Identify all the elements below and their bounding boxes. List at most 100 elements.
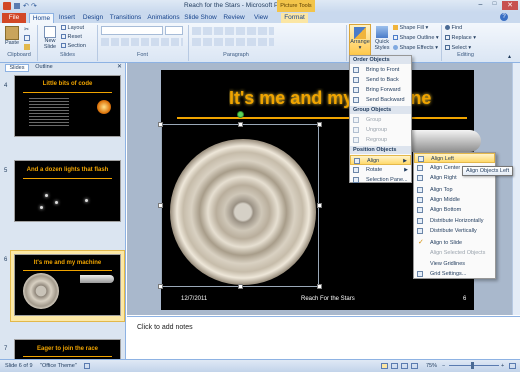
slide-thumbnail[interactable]: Eager to join the race	[14, 339, 121, 359]
tab-slides[interactable]: Slides	[5, 64, 29, 72]
normal-view-icon[interactable]	[381, 363, 388, 369]
view-gridlines-item[interactable]: View Gridlines	[414, 259, 495, 269]
new-slide-icon	[44, 26, 56, 38]
collapse-ribbon-icon[interactable]: ▴	[508, 53, 511, 60]
send-backward-item[interactable]: Send Backward	[350, 95, 411, 105]
close-button[interactable]: ✕	[502, 1, 518, 10]
save-icon[interactable]	[14, 3, 20, 9]
planet-picture[interactable]	[170, 139, 316, 285]
tab-animations[interactable]: Animations	[147, 13, 180, 23]
align-right-icon	[417, 175, 423, 181]
thumb-number: 5	[4, 168, 8, 174]
paragraph-buttons[interactable]	[192, 27, 274, 35]
tab-design[interactable]: Design	[81, 13, 105, 23]
minimize-button[interactable]: –	[474, 1, 487, 10]
resize-handle[interactable]	[158, 122, 163, 127]
zoom-out-icon[interactable]: −	[442, 360, 445, 372]
zoom-slider-thumb[interactable]	[471, 362, 474, 369]
rotate-item[interactable]: Rotate ▶	[350, 165, 411, 175]
arrange-icon	[354, 27, 366, 39]
cut-icon[interactable]: ✂	[24, 26, 29, 33]
quick-styles-button[interactable]: Quick Styles	[373, 26, 391, 51]
notes-pane[interactable]: Click to add notes	[127, 316, 520, 359]
grid-settings-item[interactable]: Grid Settings...	[414, 269, 495, 279]
undo-icon[interactable]: ↶	[23, 2, 29, 10]
tab-outline[interactable]: Outline	[32, 64, 56, 72]
distribute-vertically-item[interactable]: Distribute Vertically	[414, 226, 495, 236]
notes-placeholder[interactable]: Click to add notes	[137, 324, 193, 331]
select-button[interactable]: Select ▾	[445, 45, 471, 51]
shape-outline-button[interactable]: Shape Outline ▾	[393, 35, 439, 41]
tab-format[interactable]: Format	[281, 13, 308, 23]
reset-button[interactable]: Reset	[61, 34, 82, 40]
redo-icon[interactable]: ↷	[31, 2, 37, 10]
zoom-slider[interactable]	[449, 365, 499, 366]
find-button[interactable]: Find	[445, 25, 462, 31]
paste-button[interactable]: Paste	[3, 26, 21, 46]
replace-button[interactable]: Replace ▾	[445, 35, 476, 41]
slide-sorter-icon[interactable]	[391, 363, 398, 369]
spellcheck-icon[interactable]	[84, 363, 90, 369]
align-bottom-icon	[417, 207, 423, 213]
resize-handle[interactable]	[158, 284, 163, 289]
close-panel-icon[interactable]: ✕	[117, 63, 122, 70]
theme-name: "Office Theme"	[40, 363, 77, 369]
resize-handle[interactable]	[158, 203, 163, 208]
zoom-level[interactable]: 75%	[426, 360, 437, 372]
reading-view-icon[interactable]	[401, 363, 408, 369]
font-name-box[interactable]	[101, 26, 163, 35]
slide-thumbnail-selected[interactable]: It's me and my machine	[14, 254, 121, 316]
tab-view[interactable]: View	[251, 13, 271, 23]
align-item[interactable]: Align ▶	[350, 155, 411, 165]
slide-thumbnail[interactable]: Little bits of code	[14, 75, 121, 137]
tab-insert[interactable]: Insert	[56, 13, 78, 23]
tab-review[interactable]: Review	[222, 13, 246, 23]
slideshow-icon[interactable]	[411, 363, 418, 369]
resize-handle[interactable]	[238, 122, 243, 127]
align-to-slide-item[interactable]: ✓ Align to Slide	[414, 238, 495, 248]
resize-handle[interactable]	[238, 284, 243, 289]
align-top-item[interactable]: Align Top	[414, 185, 495, 195]
distribute-horizontally-item[interactable]: Distribute Horizontally	[414, 216, 495, 226]
shape-fill-button[interactable]: Shape Fill ▾	[393, 25, 428, 31]
align-bottom-item[interactable]: Align Bottom	[414, 205, 495, 215]
resize-handle[interactable]	[317, 122, 322, 127]
align-middle-icon	[417, 197, 423, 203]
tab-transitions[interactable]: Transitions	[109, 13, 142, 23]
quick-styles-icon	[376, 26, 388, 38]
new-slide-button[interactable]: New Slide	[41, 26, 59, 50]
bring-to-front-item[interactable]: Bring to Front	[350, 65, 411, 75]
tooltip: Align Objects Left	[462, 166, 514, 176]
format-painter-icon[interactable]	[24, 44, 30, 50]
tab-home[interactable]: Home	[29, 13, 54, 23]
tab-file[interactable]: File	[2, 13, 26, 23]
layout-button[interactable]: Layout	[61, 25, 84, 31]
align-center-icon	[417, 165, 423, 171]
shuttle-image[interactable]	[411, 130, 481, 152]
selection-pane-item[interactable]: Selection Pane...	[350, 175, 411, 185]
font-format-buttons[interactable]	[101, 38, 183, 46]
resize-handle[interactable]	[317, 284, 322, 289]
alignment-buttons[interactable]	[192, 38, 274, 46]
tab-slide-show[interactable]: Slide Show	[184, 13, 217, 23]
rotate-handle[interactable]	[237, 111, 244, 118]
menu-header: Group Objects	[350, 106, 411, 114]
align-left-item[interactable]: Align Left	[414, 153, 495, 163]
section-button[interactable]: Section	[61, 43, 86, 49]
arrange-button[interactable]: Arrange ▾	[349, 24, 371, 56]
zoom-in-icon[interactable]: +	[501, 360, 504, 372]
shape-effects-button[interactable]: Shape Effects ▾	[393, 45, 438, 51]
fit-to-window-icon[interactable]	[509, 363, 516, 369]
app-icon[interactable]	[3, 2, 11, 10]
help-icon[interactable]: ?	[500, 13, 508, 21]
copy-icon[interactable]	[24, 35, 30, 41]
maximize-button[interactable]: □	[488, 1, 501, 10]
bring-forward-item[interactable]: Bring Forward	[350, 85, 411, 95]
vertical-scrollbar[interactable]	[512, 63, 520, 315]
send-to-back-item[interactable]: Send to Back	[350, 75, 411, 85]
sun-image	[97, 100, 111, 114]
align-middle-item[interactable]: Align Middle	[414, 195, 495, 205]
font-size-box[interactable]	[165, 26, 183, 35]
slide-thumbnail[interactable]: And a dozen lights that flash	[14, 160, 121, 222]
resize-handle[interactable]	[317, 203, 322, 208]
